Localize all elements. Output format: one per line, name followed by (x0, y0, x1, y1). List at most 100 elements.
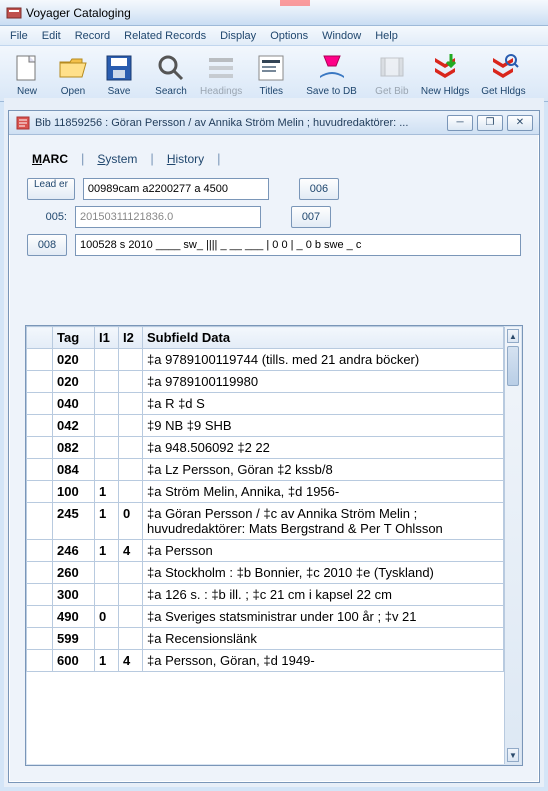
cell-subfield[interactable]: ‡a Göran Persson / ‡c av Annika Ström Me… (143, 503, 504, 540)
col-subfield-data[interactable]: Subfield Data (143, 327, 504, 349)
tab-history[interactable]: History (156, 147, 215, 170)
cell-i2[interactable]: 4 (119, 540, 143, 562)
newhldgs-button[interactable]: New Hldgs (415, 48, 475, 101)
cell-i2[interactable] (119, 415, 143, 437)
scroll-down-button[interactable]: ▼ (507, 748, 519, 762)
cell-subfield[interactable]: ‡a 126 s. : ‡b ill. ; ‡c 21 cm i kapsel … (143, 584, 504, 606)
child-restore-button[interactable]: ❐ (477, 115, 503, 131)
scroll-up-button[interactable]: ▲ (507, 329, 519, 343)
cell-i1[interactable] (95, 562, 119, 584)
table-row[interactable]: 020 ‡a 9789100119980 (27, 371, 504, 393)
row-selector[interactable] (27, 562, 53, 584)
table-row[interactable]: 599 ‡a Recensionslänk (27, 628, 504, 650)
cell-i1[interactable]: 1 (95, 540, 119, 562)
search-button[interactable]: Search (148, 48, 194, 101)
row-selector[interactable] (27, 650, 53, 672)
cell-subfield[interactable]: ‡9 NB ‡9 SHB (143, 415, 504, 437)
leader-button[interactable]: Lead er (27, 178, 75, 200)
row-selector[interactable] (27, 606, 53, 628)
cell-i1[interactable]: 1 (95, 481, 119, 503)
cell-i1[interactable]: 1 (95, 650, 119, 672)
cell-subfield[interactable]: ‡a Persson (143, 540, 504, 562)
row-selector[interactable] (27, 459, 53, 481)
cell-subfield[interactable]: ‡a R ‡d S (143, 393, 504, 415)
cell-i1[interactable] (95, 459, 119, 481)
cell-tag[interactable]: 084 (53, 459, 95, 481)
menu-record[interactable]: Record (69, 28, 116, 44)
cell-tag[interactable]: 245 (53, 503, 95, 540)
col-tag[interactable]: Tag (53, 327, 95, 349)
table-row[interactable]: 1001‡a Ström Melin, Annika, ‡d 1956- (27, 481, 504, 503)
field-006-button[interactable]: 006 (299, 178, 339, 200)
child-close-button[interactable]: ✕ (507, 115, 533, 131)
cell-i2[interactable] (119, 628, 143, 650)
cell-tag[interactable]: 600 (53, 650, 95, 672)
tab-marc[interactable]: MARC (21, 147, 79, 170)
cell-subfield[interactable]: ‡a Recensionslänk (143, 628, 504, 650)
cell-subfield[interactable]: ‡a Persson, Göran, ‡d 1949- (143, 650, 504, 672)
cell-subfield[interactable]: ‡a 9789100119980 (143, 371, 504, 393)
cell-subfield[interactable]: ‡a Sveriges statsministrar under 100 år … (143, 606, 504, 628)
cell-tag[interactable]: 042 (53, 415, 95, 437)
col-i2[interactable]: I2 (119, 327, 143, 349)
cell-i1[interactable] (95, 415, 119, 437)
cell-subfield[interactable]: ‡a 948.506092 ‡2 22 (143, 437, 504, 459)
cell-i2[interactable] (119, 393, 143, 415)
table-row[interactable]: 040 ‡a R ‡d S (27, 393, 504, 415)
row-selector[interactable] (27, 349, 53, 371)
cell-i2[interactable] (119, 349, 143, 371)
cell-i2[interactable] (119, 459, 143, 481)
cell-tag[interactable]: 040 (53, 393, 95, 415)
cell-i2[interactable] (119, 371, 143, 393)
cell-subfield[interactable]: ‡a Lz Persson, Göran ‡2 kssb/8 (143, 459, 504, 481)
cell-i1[interactable] (95, 437, 119, 459)
table-row[interactable]: 020 ‡a 9789100119744 (tills. med 21 andra… (27, 349, 504, 371)
cell-tag[interactable]: 020 (53, 349, 95, 371)
field-008-input[interactable] (75, 234, 521, 256)
menu-window[interactable]: Window (316, 28, 367, 44)
cell-tag[interactable]: 246 (53, 540, 95, 562)
cell-i1[interactable] (95, 349, 119, 371)
table-row[interactable]: 300‡a 126 s. : ‡b ill. ; ‡c 21 cm i kaps… (27, 584, 504, 606)
row-selector[interactable] (27, 584, 53, 606)
row-selector[interactable] (27, 481, 53, 503)
save-button[interactable]: Save (96, 48, 142, 101)
table-row[interactable]: 082‡a 948.506092 ‡2 22 (27, 437, 504, 459)
cell-i2[interactable] (119, 584, 143, 606)
savetodb-button[interactable]: Save to DB (300, 48, 363, 101)
row-selector[interactable] (27, 393, 53, 415)
cell-subfield[interactable]: ‡a 9789100119744 (tills. med 21 andra bö… (143, 349, 504, 371)
cell-i2[interactable] (119, 437, 143, 459)
table-row[interactable]: 084 ‡a Lz Persson, Göran ‡2 kssb/8 (27, 459, 504, 481)
cell-tag[interactable]: 020 (53, 371, 95, 393)
marc-grid[interactable]: ▲ ▼ TagI1I2Subfield Data 020‡a 978910011… (25, 325, 523, 766)
cell-i1[interactable] (95, 628, 119, 650)
row-selector[interactable] (27, 628, 53, 650)
field-005-input[interactable] (75, 206, 261, 228)
titles-button[interactable]: Titles (248, 48, 294, 101)
scroll-thumb[interactable] (507, 346, 519, 386)
new-button[interactable]: New (4, 48, 50, 101)
cell-i2[interactable] (119, 562, 143, 584)
cell-i2[interactable] (119, 606, 143, 628)
table-row[interactable]: 260‡a Stockholm : ‡b Bonnier, ‡c 2010 ‡e… (27, 562, 504, 584)
row-selector[interactable] (27, 371, 53, 393)
menu-display[interactable]: Display (214, 28, 262, 44)
cell-subfield[interactable]: ‡a Ström Melin, Annika, ‡d 1956- (143, 481, 504, 503)
cell-i1[interactable]: 1 (95, 503, 119, 540)
cell-i2[interactable]: 0 (119, 503, 143, 540)
table-row[interactable]: 60014‡a Persson, Göran, ‡d 1949- (27, 650, 504, 672)
row-selector[interactable] (27, 437, 53, 459)
col-selector[interactable] (27, 327, 53, 349)
gethldgs-button[interactable]: Get Hldgs (475, 48, 531, 101)
menu-options[interactable]: Options (264, 28, 314, 44)
menu-related-records[interactable]: Related Records (118, 28, 212, 44)
cell-tag[interactable]: 260 (53, 562, 95, 584)
child-minimize-button[interactable]: ─ (447, 115, 473, 131)
menu-help[interactable]: Help (369, 28, 404, 44)
cell-tag[interactable]: 490 (53, 606, 95, 628)
table-row[interactable]: 042 ‡9 NB ‡9 SHB (27, 415, 504, 437)
table-row[interactable]: 4900‡a Sveriges statsministrar under 100… (27, 606, 504, 628)
tab-system[interactable]: System (86, 147, 148, 170)
cell-tag[interactable]: 599 (53, 628, 95, 650)
